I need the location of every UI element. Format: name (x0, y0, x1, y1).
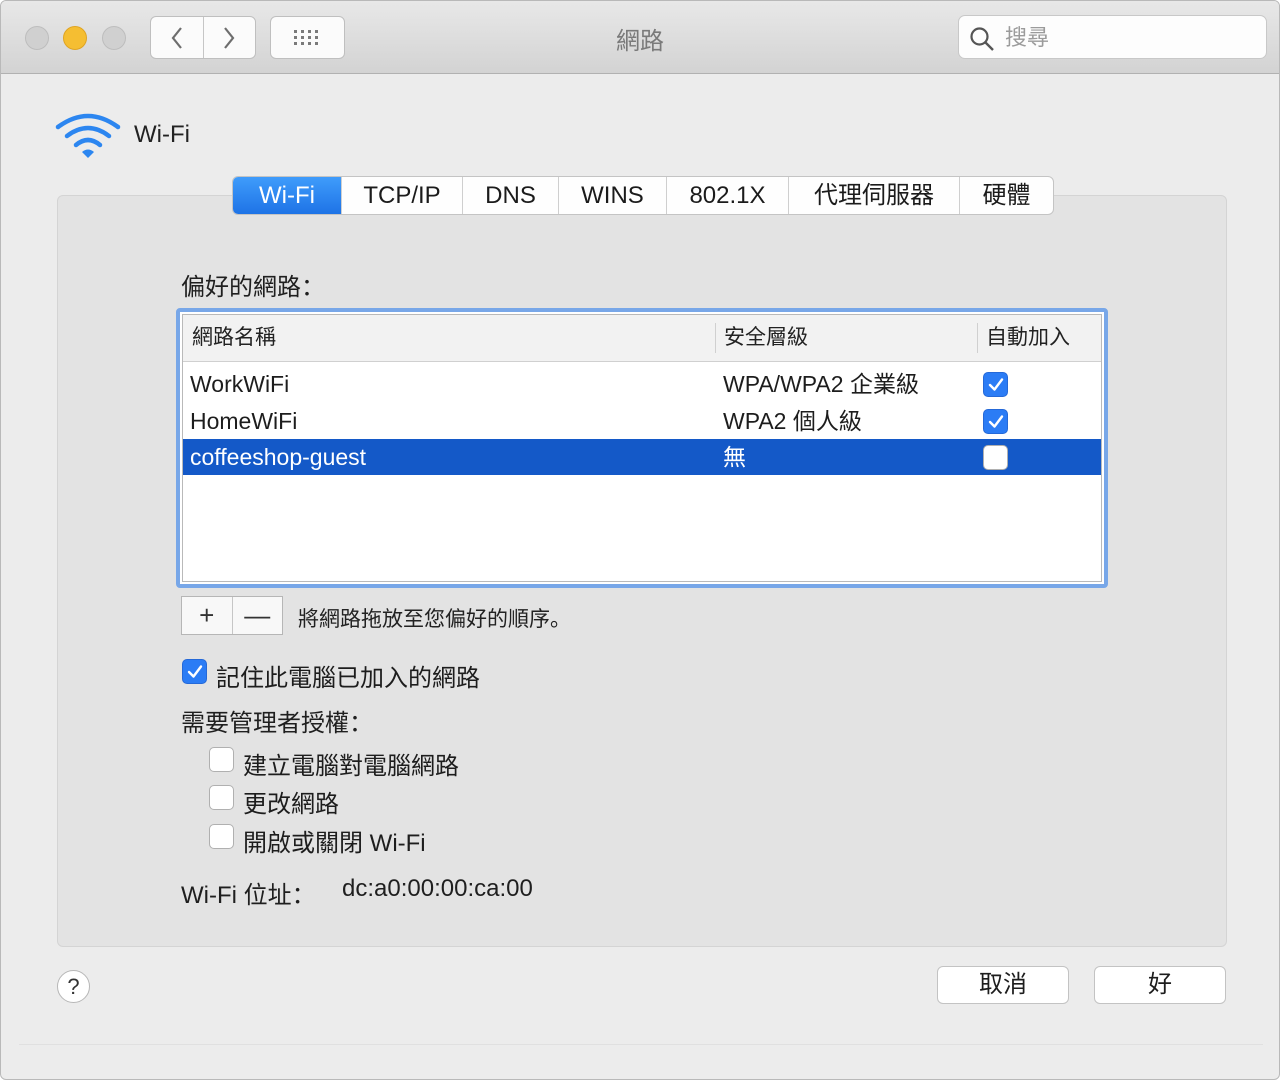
tab-proxies[interactable]: 代理伺服器 (788, 177, 959, 214)
preferred-networks-label: 偏好的網路： (181, 274, 325, 301)
checkmark-icon (187, 665, 203, 678)
network-name: HomeWiFi (190, 408, 298, 434)
security-level: 無 (723, 444, 746, 470)
remember-networks-checkbox[interactable] (182, 659, 207, 684)
tab-wifi[interactable]: Wi-Fi (233, 177, 341, 214)
remember-networks-label[interactable]: 記住此電腦已加入的網路 (216, 658, 480, 693)
wifi-icon (55, 113, 121, 158)
security-level: WPA2 個人級 (723, 408, 862, 434)
ok-button[interactable]: 好 (1094, 966, 1226, 1004)
admin-required-label: 需要管理者授權： (181, 710, 373, 737)
tab-hardware[interactable]: 硬體 (959, 177, 1053, 214)
search-icon (970, 27, 994, 51)
checkmark-icon (988, 415, 1004, 428)
table-header: 網路名稱 安全層級 自動加入 (183, 315, 1101, 362)
change-networks-checkbox[interactable] (209, 785, 234, 810)
search-input[interactable] (1003, 22, 1257, 54)
help-button[interactable]: ? (57, 970, 90, 1003)
add-remove-buttons: + — (181, 596, 283, 635)
auto-join-checkbox[interactable] (983, 409, 1008, 434)
column-header-network-name[interactable]: 網路名稱 (192, 315, 276, 361)
wifi-address-value: dc:a0:00:00:ca:00 (342, 875, 533, 902)
turn-wifi-on-off-checkbox[interactable] (209, 824, 234, 849)
column-header-auto-join[interactable]: 自動加入 (986, 315, 1070, 361)
column-divider (715, 323, 716, 353)
create-computer-network-label[interactable]: 建立電腦對電腦網路 (243, 746, 459, 781)
interface-name: Wi-Fi (134, 121, 190, 148)
security-level: WPA/WPA2 企業級 (723, 371, 919, 397)
title-bar: 網路 (1, 1, 1279, 74)
tab-bar: Wi-Fi TCP/IP DNS WINS 802.1X 代理伺服器 硬體 (232, 176, 1054, 215)
auto-join-checkbox[interactable] (983, 445, 1008, 470)
table-row[interactable]: HomeWiFi WPA2 個人級 (183, 403, 1101, 439)
column-header-security[interactable]: 安全層級 (724, 315, 808, 361)
tab-dns[interactable]: DNS (462, 177, 558, 214)
tab-wins[interactable]: WINS (558, 177, 666, 214)
table-body: 網路名稱 安全層級 自動加入 WorkWiFi WPA/WPA2 企業級 Hom… (182, 314, 1102, 582)
network-preferences-window: 網路 Wi-Fi Wi-Fi TCP/IP DNS WINS 802.1X 代理… (0, 0, 1280, 1080)
tab-tcpip[interactable]: TCP/IP (341, 177, 462, 214)
drag-hint: 將網路拖放至您偏好的順序。 (298, 608, 571, 631)
auto-join-checkbox[interactable] (983, 372, 1008, 397)
add-network-button[interactable]: + (182, 597, 232, 634)
column-divider (977, 323, 978, 353)
remove-network-button[interactable]: — (231, 597, 283, 634)
create-computer-network-checkbox[interactable] (209, 747, 234, 772)
wifi-address-label: Wi-Fi 位址： (181, 882, 316, 909)
network-name: WorkWiFi (190, 371, 290, 397)
checkmark-icon (988, 378, 1004, 391)
turn-wifi-on-off-label[interactable]: 開啟或關閉 Wi-Fi (243, 823, 426, 858)
network-name: coffeeshop-guest (190, 444, 367, 470)
change-networks-label[interactable]: 更改網路 (243, 784, 339, 819)
tab-8021x[interactable]: 802.1X (666, 177, 788, 214)
table-row[interactable]: WorkWiFi WPA/WPA2 企業級 (183, 366, 1101, 402)
table-row-selected[interactable]: coffeeshop-guest 無 (183, 439, 1101, 475)
bottom-divider (19, 1044, 1263, 1045)
preferred-networks-table[interactable]: 網路名稱 安全層級 自動加入 WorkWiFi WPA/WPA2 企業級 Hom… (176, 308, 1108, 588)
search-field[interactable] (958, 15, 1267, 59)
cancel-button[interactable]: 取消 (937, 966, 1069, 1004)
